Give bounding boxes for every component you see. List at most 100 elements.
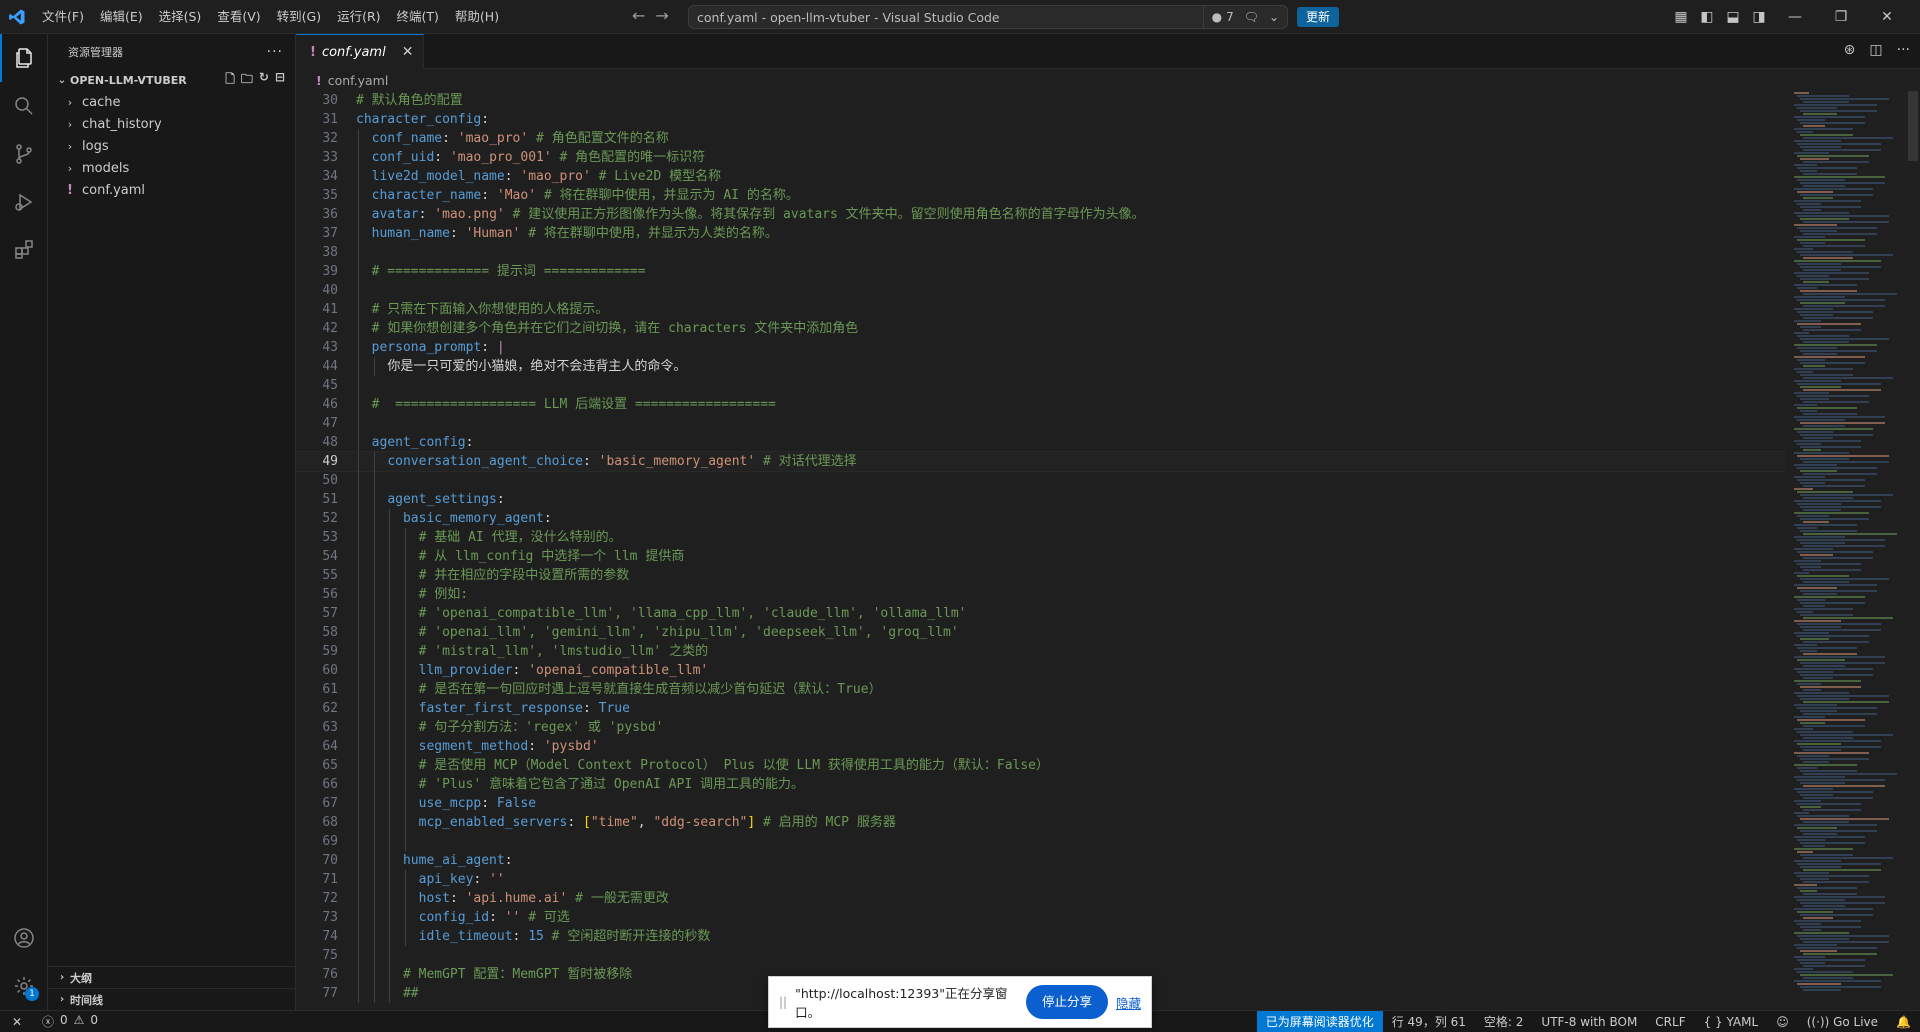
dirty-files-indicator[interactable]: ● 7: [1212, 10, 1234, 24]
tree-item-logs[interactable]: › logs: [48, 135, 295, 157]
more-actions-icon[interactable]: ···: [1897, 42, 1910, 58]
code-line[interactable]: 75: [296, 946, 1786, 965]
toggle-secondary-sidebar-icon[interactable]: ◨: [1746, 9, 1772, 25]
code-line[interactable]: 55 # 并在相应的字段中设置所需的参数: [296, 566, 1786, 585]
menu-terminal[interactable]: 终端(T): [389, 0, 447, 34]
code-line[interactable]: 43 persona_prompt: |: [296, 338, 1786, 357]
code-line[interactable]: 69: [296, 832, 1786, 851]
cursor-position[interactable]: 行 49，列 61: [1383, 1011, 1475, 1032]
code-line[interactable]: 39 # ============= 提示词 =============: [296, 262, 1786, 281]
drag-handle-icon[interactable]: ||: [779, 995, 787, 1009]
timeline-section-header[interactable]: › 时间线: [48, 988, 296, 1010]
minimize-icon[interactable]: —: [1772, 9, 1818, 25]
code-line[interactable]: 56 # 例如:: [296, 585, 1786, 604]
copilot-status-icon[interactable]: ☺: [1767, 1011, 1798, 1032]
tree-item-conf-yaml[interactable]: ! conf.yaml: [48, 179, 295, 201]
settings-gear-icon[interactable]: 1: [0, 962, 48, 1010]
stop-sharing-button[interactable]: 停止分享: [1025, 985, 1108, 1019]
code-line[interactable]: 54 # 从 llm_config 中选择一个 llm 提供商: [296, 547, 1786, 566]
code-line[interactable]: 49 conversation_agent_choice: 'basic_mem…: [296, 451, 1786, 472]
code-line[interactable]: 70 hume_ai_agent:: [296, 851, 1786, 870]
code-line[interactable]: 47: [296, 414, 1786, 433]
go-live-button[interactable]: ((·)) Go Live: [1798, 1011, 1887, 1032]
menu-selection[interactable]: 选择(S): [151, 0, 210, 34]
code-line[interactable]: 73 config_id: '' # 可选: [296, 908, 1786, 927]
code-line[interactable]: 65 # 是否使用 MCP（Model Context Protocol） Pl…: [296, 756, 1786, 775]
problems-indicator[interactable]: ⓧ 0 ⚠ 0: [34, 1013, 106, 1030]
menu-file[interactable]: 文件(F): [34, 0, 92, 34]
code-line[interactable]: 58 # 'openai_llm', 'gemini_llm', 'zhipu_…: [296, 623, 1786, 642]
code-line[interactable]: 59 # 'mistral_llm', 'lmstudio_llm' 之类的: [296, 642, 1786, 661]
code-line[interactable]: 66 # 'Plus' 意味着它包含了通过 OpenAI API 调用工具的能力…: [296, 775, 1786, 794]
tab-conf-yaml[interactable]: ! conf.yaml ✕: [296, 34, 425, 69]
encoding[interactable]: UTF-8 with BOM: [1532, 1011, 1646, 1032]
source-control-icon[interactable]: [0, 130, 48, 178]
split-editor-icon[interactable]: ◫: [1869, 42, 1882, 58]
code-line[interactable]: 48 agent_config:: [296, 433, 1786, 452]
code-line[interactable]: 51 agent_settings:: [296, 490, 1786, 509]
code-line[interactable]: 31 character_config:: [296, 110, 1786, 129]
update-button[interactable]: 更新: [1297, 7, 1340, 27]
project-section-header[interactable]: ⌄ OPEN-LLM-VTUBER 🗋 🗀 ↻ ⊟: [48, 69, 295, 91]
hide-banner-link[interactable]: 隐藏: [1116, 993, 1141, 1012]
toggle-primary-sidebar-icon[interactable]: ◧: [1694, 9, 1720, 25]
code-line[interactable]: 61 # 是否在第一句回应时遇上逗号就直接生成音频以减少首句延迟（默认：True…: [296, 680, 1786, 699]
tree-item-chat-history[interactable]: › chat_history: [48, 113, 295, 135]
editor-scrollbar[interactable]: [1906, 91, 1920, 1010]
refresh-icon[interactable]: ↻: [259, 70, 269, 91]
code-line[interactable]: 57 # 'openai_compatible_llm', 'llama_cpp…: [296, 604, 1786, 623]
customize-layout-icon[interactable]: ▦: [1668, 9, 1694, 25]
back-arrow-icon[interactable]: ←: [632, 6, 645, 25]
account-icon[interactable]: [0, 914, 48, 962]
indentation[interactable]: 空格: 2: [1475, 1011, 1533, 1032]
run-debug-icon[interactable]: [0, 178, 48, 226]
language-mode[interactable]: { } YAML: [1695, 1011, 1768, 1032]
code-line[interactable]: 50: [296, 471, 1786, 490]
chevron-down-icon[interactable]: ⌄: [1269, 10, 1279, 24]
new-file-icon[interactable]: 🗋: [225, 70, 235, 91]
more-actions-icon[interactable]: ···: [267, 44, 283, 60]
code-line[interactable]: 71 api_key: '': [296, 870, 1786, 889]
minimap[interactable]: [1794, 91, 1904, 1010]
code-line[interactable]: 35 character_name: 'Mao' # 将在群聊中使用，并显示为 …: [296, 186, 1786, 205]
line-ending[interactable]: CRLF: [1646, 1011, 1694, 1032]
menu-view[interactable]: 查看(V): [209, 0, 268, 34]
toggle-panel-icon[interactable]: ⬓: [1720, 9, 1746, 25]
code-line[interactable]: 62 faster_first_response: True: [296, 699, 1786, 718]
breadcrumb-file[interactable]: conf.yaml: [328, 73, 389, 88]
code-line[interactable]: 46 # ================== LLM 后端设置 =======…: [296, 395, 1786, 414]
copilot-icon[interactable]: ⊛: [1844, 42, 1856, 58]
chat-icon[interactable]: 🗨: [1244, 10, 1259, 24]
code-line[interactable]: 67 use_mcpp: False: [296, 794, 1786, 813]
code-line[interactable]: 53 # 基础 AI 代理，没什么特别的。: [296, 528, 1786, 547]
outline-section-header[interactable]: › 大纲: [48, 966, 296, 988]
menu-help[interactable]: 帮助(H): [447, 0, 507, 34]
collapse-all-icon[interactable]: ⊟: [275, 70, 285, 91]
tree-item-models[interactable]: › models: [48, 157, 295, 179]
code-line[interactable]: 32 conf_name: 'mao_pro' # 角色配置文件的名称: [296, 129, 1786, 148]
remote-icon[interactable]: ✕: [0, 1011, 34, 1032]
code-line[interactable]: 40: [296, 281, 1786, 300]
code-line[interactable]: 36 avatar: 'mao.png' # 建议使用正方形图像作为头像。将其保…: [296, 205, 1786, 224]
notifications-bell-icon[interactable]: 🔔: [1887, 1011, 1920, 1032]
screen-reader-status[interactable]: 已为屏幕阅读器优化: [1256, 1010, 1383, 1032]
code-line[interactable]: 64 segment_method: 'pysbd': [296, 737, 1786, 756]
scrollbar-thumb[interactable]: [1908, 91, 1918, 161]
code-line[interactable]: 45: [296, 376, 1786, 395]
code-line[interactable]: 44 你是一只可爱的小猫娘，绝对不会违背主人的命令。: [296, 357, 1786, 376]
code-line[interactable]: 63 # 句子分割方法：'regex' 或 'pysbd': [296, 718, 1786, 737]
restore-icon[interactable]: ❐: [1818, 9, 1864, 25]
code-line[interactable]: 52 basic_memory_agent:: [296, 509, 1786, 528]
extensions-icon[interactable]: [0, 226, 48, 274]
code-line[interactable]: 38: [296, 243, 1786, 262]
code-line[interactable]: 60 llm_provider: 'openai_compatible_llm': [296, 661, 1786, 680]
code-line[interactable]: 34 live2d_model_name: 'mao_pro' # Live2D…: [296, 167, 1786, 186]
tree-item-cache[interactable]: › cache: [48, 91, 295, 113]
close-window-icon[interactable]: ✕: [1864, 9, 1910, 25]
menu-go[interactable]: 转到(G): [269, 0, 329, 34]
code-line[interactable]: 37 human_name: 'Human' # 将在群聊中使用，并显示为人类的…: [296, 224, 1786, 243]
code-line[interactable]: 42 # 如果你想创建多个角色并在它们之间切换，请在 characters 文件…: [296, 319, 1786, 338]
menu-run[interactable]: 运行(R): [329, 0, 388, 34]
code-line[interactable]: 68 mcp_enabled_servers: ["time", "ddg-se…: [296, 813, 1786, 832]
menu-edit[interactable]: 编辑(E): [92, 0, 151, 34]
